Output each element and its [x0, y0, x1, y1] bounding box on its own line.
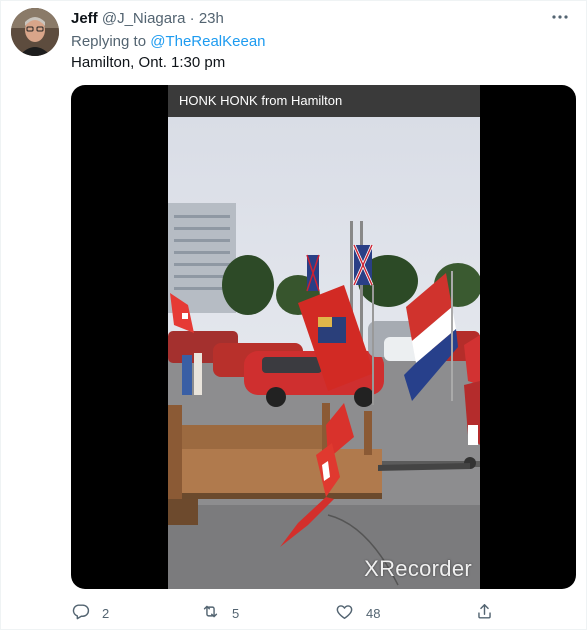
display-name[interactable]: Jeff	[71, 10, 98, 27]
reply-count: 2	[102, 605, 110, 621]
reply-icon	[71, 602, 90, 624]
retweet-button[interactable]: 5	[201, 601, 239, 625]
separator: ·	[189, 10, 195, 27]
retweet-icon	[201, 602, 220, 624]
share-button[interactable]	[475, 601, 494, 625]
more-icon[interactable]	[548, 5, 572, 29]
video-title: HONK HONK from Hamilton	[168, 85, 480, 117]
replying-to-link[interactable]: @TheRealKeean	[150, 33, 265, 50]
like-button[interactable]: 48	[335, 601, 380, 625]
timestamp[interactable]: 23h	[199, 10, 224, 27]
like-icon	[335, 602, 354, 624]
video-frame	[168, 117, 480, 589]
tweet-media[interactable]: HONK HONK from Hamilton XRecorder	[71, 85, 576, 589]
retweet-count: 5	[232, 605, 240, 621]
avatar[interactable]	[11, 8, 59, 56]
replying-prefix: Replying to	[71, 33, 147, 50]
replying-to: Replying to @TheRealKeean	[71, 32, 266, 52]
tweet-text: Hamilton, Ont. 1:30 pm	[71, 54, 226, 71]
handle[interactable]: @J_Niagara	[102, 10, 186, 27]
tweet-header: Jeff @J_Niagara · 23h	[71, 9, 224, 29]
like-count: 48	[366, 605, 381, 621]
share-icon	[475, 602, 494, 624]
video-player[interactable]: HONK HONK from Hamilton XRecorder	[168, 85, 480, 589]
reply-button[interactable]: 2	[71, 601, 109, 625]
tweet-card[interactable]: Jeff @J_Niagara · 23h Replying to @TheRe…	[0, 0, 587, 630]
watermark: XRecorder	[364, 556, 472, 581]
tweet-actions: 2 5 48	[71, 601, 576, 625]
